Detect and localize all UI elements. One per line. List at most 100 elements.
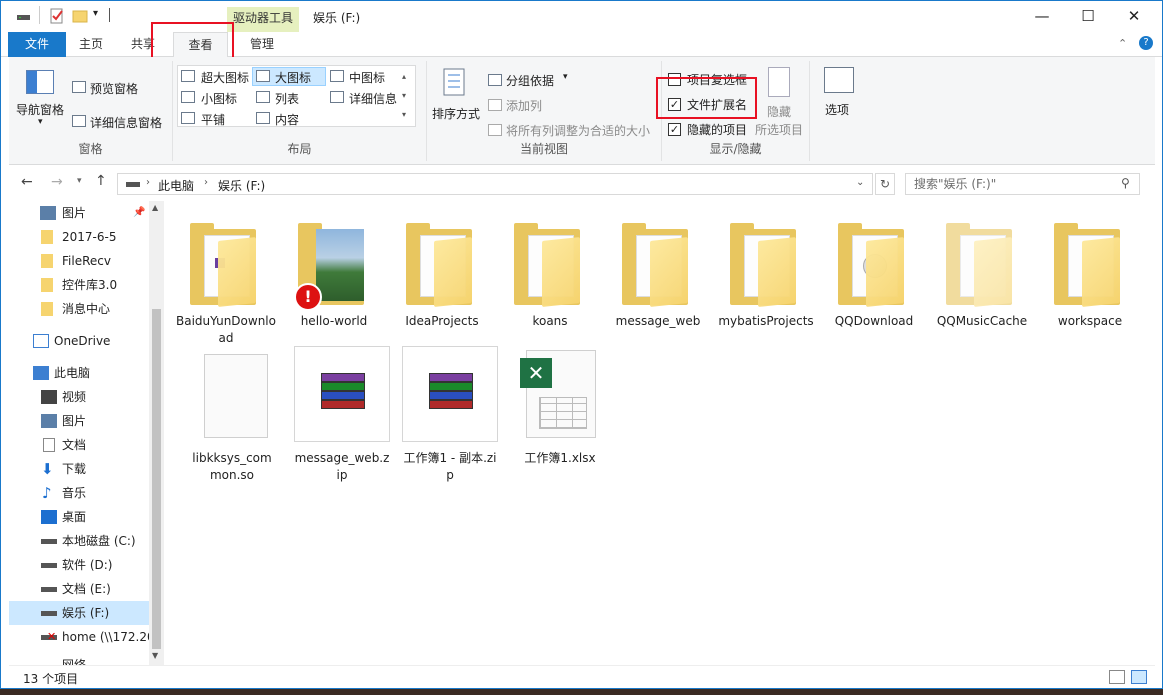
details-pane-icon — [72, 115, 86, 127]
pane-group-label: 窗格 — [78, 142, 103, 156]
hide-selected-button[interactable]: 隐藏 — [767, 103, 791, 120]
options-button[interactable]: 选项 — [825, 101, 849, 118]
nav-network[interactable]: 网络 — [9, 653, 149, 665]
nav-onedrive[interactable]: OneDrive — [9, 329, 149, 353]
file-item[interactable]: QQDownload — [824, 209, 924, 349]
up-icon[interactable]: ↑ — [95, 173, 107, 189]
maximize-button[interactable]: ☐ — [1065, 1, 1111, 31]
file-item[interactable]: workspace — [1040, 209, 1140, 349]
layout-scroll-arrows[interactable]: ▴ ▾ ▾ — [402, 67, 406, 124]
hide-selected-icon — [768, 67, 790, 97]
preview-pane-icon — [72, 81, 86, 93]
nav-pane-button[interactable]: 导航窗格 — [16, 101, 64, 118]
layout-medium[interactable]: 中图标 — [349, 69, 385, 86]
layout-list[interactable]: 列表 — [275, 90, 299, 107]
search-icon[interactable]: ⚲ — [1121, 176, 1130, 190]
folder-icon — [406, 223, 472, 307]
file-item[interactable]: 工作簿1 - 副本.zip — [402, 346, 502, 486]
pin-icon[interactable]: 📌 — [133, 201, 145, 225]
item-count: 13 个项目 — [23, 672, 79, 686]
nav-desktop[interactable]: 桌面 — [9, 505, 149, 529]
nav-drive-d[interactable]: 软件 (D:) — [9, 553, 149, 577]
nav-quick-2017-6-5[interactable]: 2017-6-5 — [9, 225, 149, 249]
view-tab-highlight — [151, 22, 234, 62]
recent-dropdown-icon[interactable]: ▾ — [77, 176, 82, 186]
file-item[interactable]: ✕ 工作簿1.xlsx — [510, 346, 610, 486]
minimize-button[interactable]: — — [1019, 1, 1065, 31]
folder-icon — [838, 223, 904, 307]
nav-quick-messages[interactable]: 消息中心 — [9, 297, 149, 321]
tab-home[interactable]: 主页 — [69, 32, 113, 57]
nav-pane-icon[interactable] — [26, 70, 54, 94]
file-item[interactable]: mybatisProjects — [716, 209, 816, 349]
details-view-icon[interactable] — [1109, 670, 1125, 684]
sort-by-button[interactable]: 排序方式 — [432, 105, 480, 122]
desktop-icon — [41, 510, 57, 524]
preview-pane-button[interactable]: 预览窗格 — [90, 80, 138, 97]
refresh-icon[interactable]: ↻ — [875, 173, 895, 195]
nav-scroll-thumb[interactable] — [152, 309, 161, 649]
collapse-ribbon-icon[interactable]: ⌃ — [1118, 37, 1127, 50]
layout-group-label: 布局 — [287, 142, 312, 156]
nav-network-home[interactable]: ✕ home (\\172.20 — [9, 625, 149, 649]
nav-drive-c[interactable]: 本地磁盘 (C:) — [9, 529, 149, 553]
drive-icon — [41, 539, 57, 544]
add-columns-button[interactable]: 添加列 — [506, 97, 542, 114]
properties-icon[interactable] — [49, 8, 65, 24]
file-item[interactable]: libkksys_common.so — [186, 346, 286, 486]
layout-small[interactable]: 小图标 — [201, 90, 237, 107]
forward-icon[interactable]: → — [51, 174, 63, 190]
nav-downloads[interactable]: ⬇ 下载 — [9, 457, 149, 481]
nav-quick-controls[interactable]: 控件库3.0 — [9, 273, 149, 297]
nav-pictures[interactable]: 图片 — [9, 409, 149, 433]
breadcrumb-this-pc[interactable]: 此电脑 — [158, 177, 194, 194]
nav-quick-pictures[interactable]: 图片 📌 — [9, 201, 149, 225]
nav-drive-f[interactable]: 娱乐 (F:) — [9, 601, 149, 625]
nav-documents[interactable]: 文档 — [9, 433, 149, 457]
file-item[interactable]: QQMusicCache — [932, 209, 1032, 349]
drive-tools-label: 驱动器工具 — [227, 7, 299, 32]
size-all-columns-button[interactable]: 将所有列调整为合适的大小 — [506, 122, 650, 139]
zip-archive-icon — [294, 346, 390, 442]
tab-file[interactable]: 文件 — [8, 32, 66, 57]
large-icons-view-icon[interactable] — [1131, 670, 1147, 684]
sort-icon[interactable] — [442, 67, 470, 97]
file-item[interactable]: ! hello-world — [284, 209, 384, 349]
address-box[interactable]: › 此电脑 › 娱乐 (F:) ⌄ — [117, 173, 873, 195]
nav-drive-e[interactable]: 文档 (E:) — [9, 577, 149, 601]
file-item[interactable]: koans — [500, 209, 600, 349]
options-icon[interactable] — [824, 67, 854, 93]
nav-music[interactable]: ♪ 音乐 — [9, 481, 149, 505]
layout-extra-large[interactable]: 超大图标 — [201, 69, 249, 86]
details-pane-button[interactable]: 详细信息窗格 — [90, 114, 162, 131]
file-item[interactable]: message_web.zip — [294, 346, 394, 486]
file-item[interactable]: BaiduYunDownload — [176, 209, 276, 349]
drive-small-icon — [126, 182, 140, 187]
current-view-group: 排序方式 分组依据 ▾ 添加列 将所有列调整为合适的大小 当前视图 — [427, 61, 662, 161]
file-extensions-highlight — [656, 77, 757, 119]
help-icon[interactable]: ? — [1139, 36, 1153, 50]
tab-manage[interactable]: 管理 — [238, 32, 286, 57]
layout-content[interactable]: 内容 — [275, 111, 299, 128]
group-by-button[interactable]: 分组依据 — [506, 72, 554, 89]
nav-quick-filerecv[interactable]: FileRecv — [9, 249, 149, 273]
pictures-icon — [41, 414, 57, 428]
customize-toolbar-icon[interactable]: ▾ — [93, 8, 109, 24]
hidden-items-checkbox[interactable]: ✓ — [668, 123, 681, 136]
file-item[interactable]: IdeaProjects — [392, 209, 492, 349]
search-input[interactable]: 搜索"娱乐 (F:)" — [905, 173, 1140, 195]
folder-icon — [41, 230, 53, 244]
layout-details[interactable]: 详细信息 — [349, 90, 397, 107]
layout-tiles[interactable]: 平铺 — [201, 111, 225, 128]
drive-icon[interactable] — [16, 8, 32, 24]
file-item[interactable]: message_web — [608, 209, 708, 349]
close-button[interactable]: ✕ — [1111, 1, 1157, 31]
layout-large[interactable]: 大图标 — [275, 69, 311, 86]
breadcrumb-current[interactable]: 娱乐 (F:) — [218, 177, 265, 194]
nav-videos[interactable]: 视频 — [9, 385, 149, 409]
drive-icon — [41, 563, 57, 568]
back-icon[interactable]: ← — [21, 174, 33, 190]
new-folder-icon[interactable] — [72, 8, 88, 24]
nav-this-pc[interactable]: 此电脑 — [9, 361, 149, 385]
address-dropdown-icon[interactable]: ⌄ — [856, 177, 864, 188]
